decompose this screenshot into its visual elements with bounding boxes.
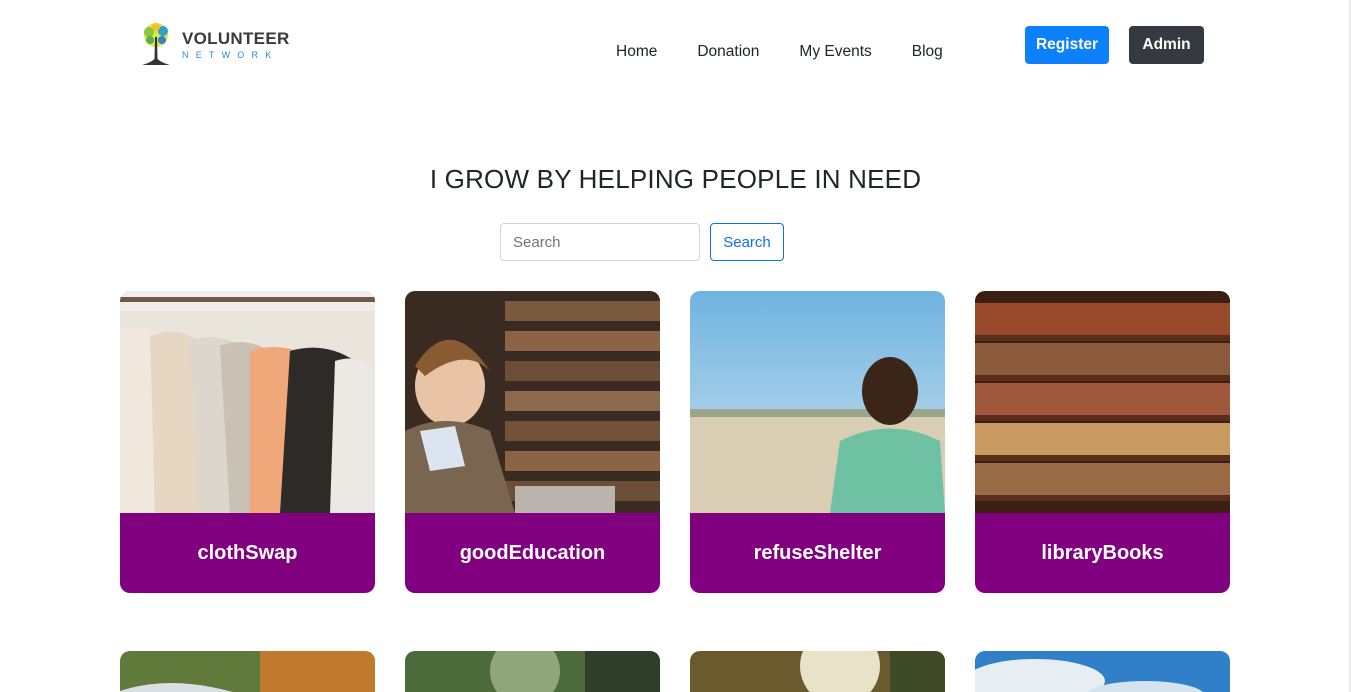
event-card-partial[interactable] bbox=[690, 651, 945, 692]
logo-subtitle: NETWORK bbox=[182, 50, 279, 60]
clothes-rack-image bbox=[120, 291, 375, 513]
card-image bbox=[405, 651, 660, 692]
card-image bbox=[690, 651, 945, 692]
event-card-goodeducation[interactable]: goodEducation bbox=[405, 291, 660, 593]
card-title-bar: clothSwap bbox=[120, 513, 375, 593]
event-card-partial[interactable] bbox=[120, 651, 375, 692]
bookshelf-image bbox=[975, 291, 1230, 513]
card-title: clothSwap bbox=[197, 541, 298, 564]
card-title: libraryBooks bbox=[1041, 541, 1164, 564]
card-image bbox=[120, 651, 375, 692]
card-title-bar: refuseShelter bbox=[690, 513, 945, 593]
page-headline: I GROW BY HELPING PEOPLE IN NEED bbox=[429, 164, 922, 194]
event-card-partial[interactable] bbox=[405, 651, 660, 692]
search-button[interactable]: Search bbox=[710, 223, 784, 261]
card-title: goodEducation bbox=[459, 541, 606, 564]
nav-my-events[interactable]: My Events bbox=[779, 43, 891, 61]
main-nav: Home Donation My Events Blog bbox=[596, 43, 963, 61]
child-field-image bbox=[690, 291, 945, 513]
boy-reading-library-image bbox=[405, 291, 660, 513]
card-image bbox=[975, 651, 1230, 692]
search-input[interactable] bbox=[500, 223, 700, 261]
event-card-partial[interactable] bbox=[975, 651, 1230, 692]
event-card-clothswap[interactable]: clothSwap bbox=[120, 291, 375, 593]
tree-logo-icon bbox=[142, 23, 170, 65]
event-card-refuseshelter[interactable]: refuseShelter bbox=[690, 291, 945, 593]
logo-title: VOLUNTEER bbox=[182, 29, 290, 48]
admin-button[interactable]: Admin bbox=[1129, 26, 1204, 64]
site-logo[interactable]: VOLUNTEER NETWORK bbox=[136, 20, 296, 70]
nav-home[interactable]: Home bbox=[596, 43, 677, 61]
nav-donation[interactable]: Donation bbox=[677, 43, 779, 61]
card-title-bar: libraryBooks bbox=[975, 513, 1230, 593]
event-card-librarybooks[interactable]: libraryBooks bbox=[975, 291, 1230, 593]
card-title-bar: goodEducation bbox=[405, 513, 660, 593]
card-title: refuseShelter bbox=[753, 541, 882, 564]
nav-blog[interactable]: Blog bbox=[892, 43, 963, 61]
register-button[interactable]: Register bbox=[1025, 26, 1109, 64]
